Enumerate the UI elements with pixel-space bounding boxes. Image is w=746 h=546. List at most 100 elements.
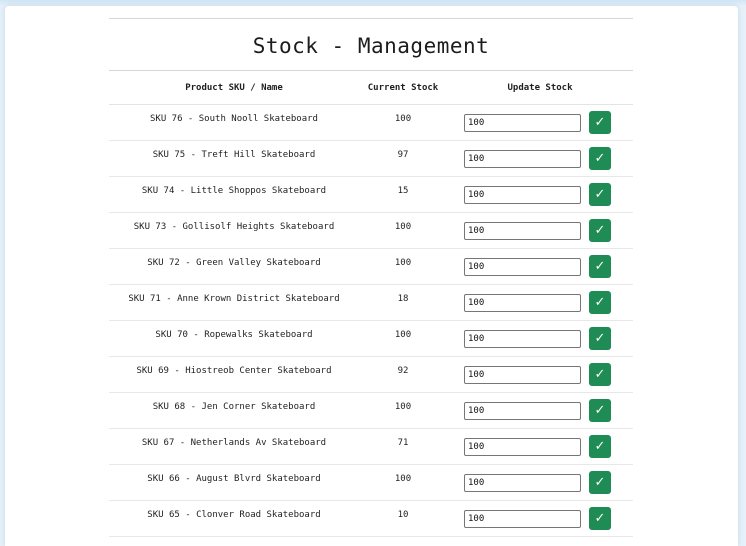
confirm-update-button[interactable]: ✓ <box>589 255 611 278</box>
current-stock-value: 10 <box>397 510 409 520</box>
column-header-name: Product SKU / Name <box>109 71 359 105</box>
stock-quantity-input[interactable] <box>464 221 581 240</box>
table-row: SKU 67 - Netherlands Av Skateboard 71 ✓ <box>109 428 633 465</box>
product-name: SKU 65 - Clonver Road Skateboard <box>147 510 321 520</box>
table-row: SKU 66 - August Blvrd Skateboard 100 ✓ <box>109 464 633 501</box>
product-name: SKU 73 - Gollisolf Heights Skateboard <box>133 222 335 232</box>
current-stock-value: 71 <box>397 438 409 448</box>
update-stock-controls: ✓ <box>447 501 633 530</box>
update-stock-cell: ✓ <box>447 320 633 357</box>
update-stock-controls: ✓ <box>447 285 633 314</box>
stock-quantity-input[interactable] <box>464 509 581 528</box>
confirm-update-button[interactable]: ✓ <box>589 111 611 134</box>
current-stock-value: 92 <box>397 366 409 376</box>
update-stock-controls: ✓ <box>447 105 633 134</box>
update-stock-controls: ✓ <box>447 429 633 458</box>
update-stock-controls: ✓ <box>447 177 633 206</box>
confirm-update-button[interactable]: ✓ <box>589 219 611 242</box>
stock-quantity-input[interactable] <box>464 329 581 348</box>
table-row: SKU 72 - Green Valley Skateboard 100 ✓ <box>109 248 633 285</box>
product-cell: SKU 69 - Hiostreob Center Skateboard <box>109 356 359 393</box>
table-row: SKU 74 - Little Shoppos Skateboard 15 ✓ <box>109 176 633 213</box>
table-row: SKU 71 - Anne Krown District Skateboard 1… <box>109 284 633 321</box>
product-cell: SKU 67 - Netherlands Av Skateboard <box>109 428 359 465</box>
product-name: SKU 66 - August Blvrd Skateboard <box>147 474 321 484</box>
stock-table: Product SKU / Name Current Stock Update … <box>109 71 633 537</box>
current-stock-cell: 10 <box>359 500 447 537</box>
confirm-update-button[interactable]: ✓ <box>589 399 611 422</box>
current-stock-cell: 92 <box>359 356 447 393</box>
update-stock-controls: ✓ <box>447 141 633 170</box>
product-name: SKU 76 - South Nooll Skateboard <box>150 114 318 124</box>
update-stock-controls: ✓ <box>447 213 633 242</box>
table-row: SKU 68 - Jen Corner Skateboard 100 ✓ <box>109 392 633 429</box>
column-header-update: Update Stock <box>447 71 633 105</box>
stock-management-card: Stock - Management Product SKU / Name Cu… <box>5 6 738 546</box>
product-cell: SKU 71 - Anne Krown District Skateboard <box>109 284 359 321</box>
confirm-update-button[interactable]: ✓ <box>589 291 611 314</box>
product-name: SKU 68 - Jen Corner Skateboard <box>152 402 316 412</box>
product-name: SKU 71 - Anne Krown District Skateboard <box>128 294 340 304</box>
product-cell: SKU 65 - Clonver Road Skateboard <box>109 500 359 537</box>
current-stock-cell: 100 <box>359 212 447 249</box>
confirm-update-button[interactable]: ✓ <box>589 327 611 350</box>
current-stock-value: 100 <box>394 474 412 484</box>
current-stock-cell: 71 <box>359 428 447 465</box>
current-stock-value: 100 <box>394 114 412 124</box>
current-stock-value: 100 <box>394 402 412 412</box>
update-stock-controls: ✓ <box>447 321 633 350</box>
product-name: SKU 70 - Ropewalks Skateboard <box>155 330 313 340</box>
table-row: SKU 65 - Clonver Road Skateboard 10 ✓ <box>109 500 633 537</box>
confirm-update-button[interactable]: ✓ <box>589 147 611 170</box>
stock-quantity-input[interactable] <box>464 401 581 420</box>
product-cell: SKU 70 - Ropewalks Skateboard <box>109 320 359 357</box>
confirm-update-button[interactable]: ✓ <box>589 435 611 458</box>
current-stock-cell: 100 <box>359 464 447 501</box>
confirm-update-button[interactable]: ✓ <box>589 507 611 530</box>
title-block: Stock - Management <box>109 18 633 71</box>
update-stock-controls: ✓ <box>447 357 633 386</box>
update-stock-cell: ✓ <box>447 428 633 465</box>
confirm-update-button[interactable]: ✓ <box>589 471 611 494</box>
current-stock-value: 100 <box>394 330 412 340</box>
table-row: SKU 75 - Treft Hill Skateboard 97 ✓ <box>109 140 633 177</box>
table-header-row: Product SKU / Name Current Stock Update … <box>109 71 633 105</box>
update-stock-cell: ✓ <box>447 500 633 537</box>
stock-quantity-input[interactable] <box>464 185 581 204</box>
update-stock-cell: ✓ <box>447 176 633 213</box>
current-stock-value: 100 <box>394 222 412 232</box>
table-row: SKU 73 - Gollisolf Heights Skateboard 100… <box>109 212 633 249</box>
product-name: SKU 67 - Netherlands Av Skateboard <box>141 438 327 448</box>
current-stock-cell: 100 <box>359 320 447 357</box>
product-cell: SKU 74 - Little Shoppos Skateboard <box>109 176 359 213</box>
product-cell: SKU 66 - August Blvrd Skateboard <box>109 464 359 501</box>
update-stock-controls: ✓ <box>447 249 633 278</box>
column-header-stock: Current Stock <box>359 71 447 105</box>
table-row: SKU 69 - Hiostreob Center Skateboard 92 ✓ <box>109 356 633 393</box>
current-stock-cell: 100 <box>359 392 447 429</box>
stock-quantity-input[interactable] <box>464 113 581 132</box>
confirm-update-button[interactable]: ✓ <box>589 183 611 206</box>
product-name: SKU 75 - Treft Hill Skateboard <box>152 150 316 160</box>
update-stock-controls: ✓ <box>447 393 633 422</box>
stock-quantity-input[interactable] <box>464 473 581 492</box>
confirm-update-button[interactable]: ✓ <box>589 363 611 386</box>
product-cell: SKU 75 - Treft Hill Skateboard <box>109 140 359 177</box>
product-name: SKU 69 - Hiostreob Center Skateboard <box>136 366 332 376</box>
stock-quantity-input[interactable] <box>464 365 581 384</box>
stock-quantity-input[interactable] <box>464 437 581 456</box>
update-stock-controls: ✓ <box>447 465 633 494</box>
current-stock-value: 100 <box>394 258 412 268</box>
current-stock-cell: 97 <box>359 140 447 177</box>
stock-quantity-input[interactable] <box>464 257 581 276</box>
product-name: SKU 74 - Little Shoppos Skateboard <box>141 186 327 196</box>
table-row: SKU 70 - Ropewalks Skateboard 100 ✓ <box>109 320 633 357</box>
update-stock-cell: ✓ <box>447 140 633 177</box>
update-stock-cell: ✓ <box>447 104 633 141</box>
update-stock-cell: ✓ <box>447 284 633 321</box>
current-stock-value: 97 <box>397 150 409 160</box>
current-stock-value: 15 <box>397 186 409 196</box>
current-stock-value: 18 <box>397 294 409 304</box>
stock-quantity-input[interactable] <box>464 293 581 312</box>
stock-quantity-input[interactable] <box>464 149 581 168</box>
